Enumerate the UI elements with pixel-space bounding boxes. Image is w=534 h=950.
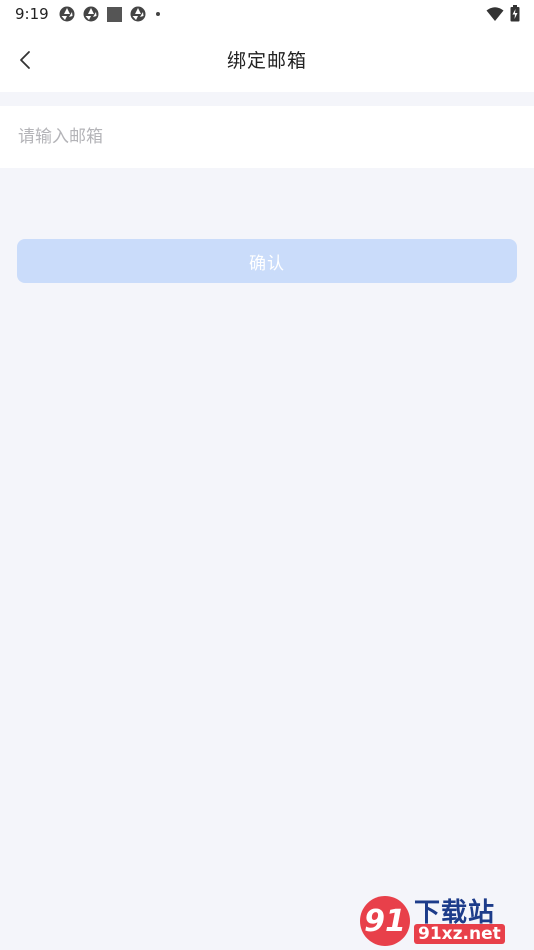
aperture-icon [130, 6, 146, 22]
page-title: 绑定邮箱 [226, 50, 307, 72]
header: 绑定邮箱 [0, 28, 534, 92]
status-time: 9:19 [15, 5, 49, 23]
notification-icons [59, 6, 160, 22]
aperture-icon [83, 6, 99, 22]
square-icon [107, 6, 122, 22]
wifi-icon [486, 6, 504, 21]
watermark: 91 下载站 91xz.net [360, 892, 532, 950]
watermark-logo: 91 [360, 896, 410, 946]
confirm-button[interactable]: 确认 [17, 239, 517, 283]
email-input[interactable] [18, 120, 514, 154]
dot-icon [156, 12, 160, 16]
battery-icon [510, 5, 520, 22]
email-row [0, 106, 534, 168]
aperture-icon [59, 6, 75, 22]
watermark-url: 91xz.net [414, 924, 505, 944]
system-icons [486, 5, 520, 22]
status-bar: 9:19 [0, 0, 534, 28]
